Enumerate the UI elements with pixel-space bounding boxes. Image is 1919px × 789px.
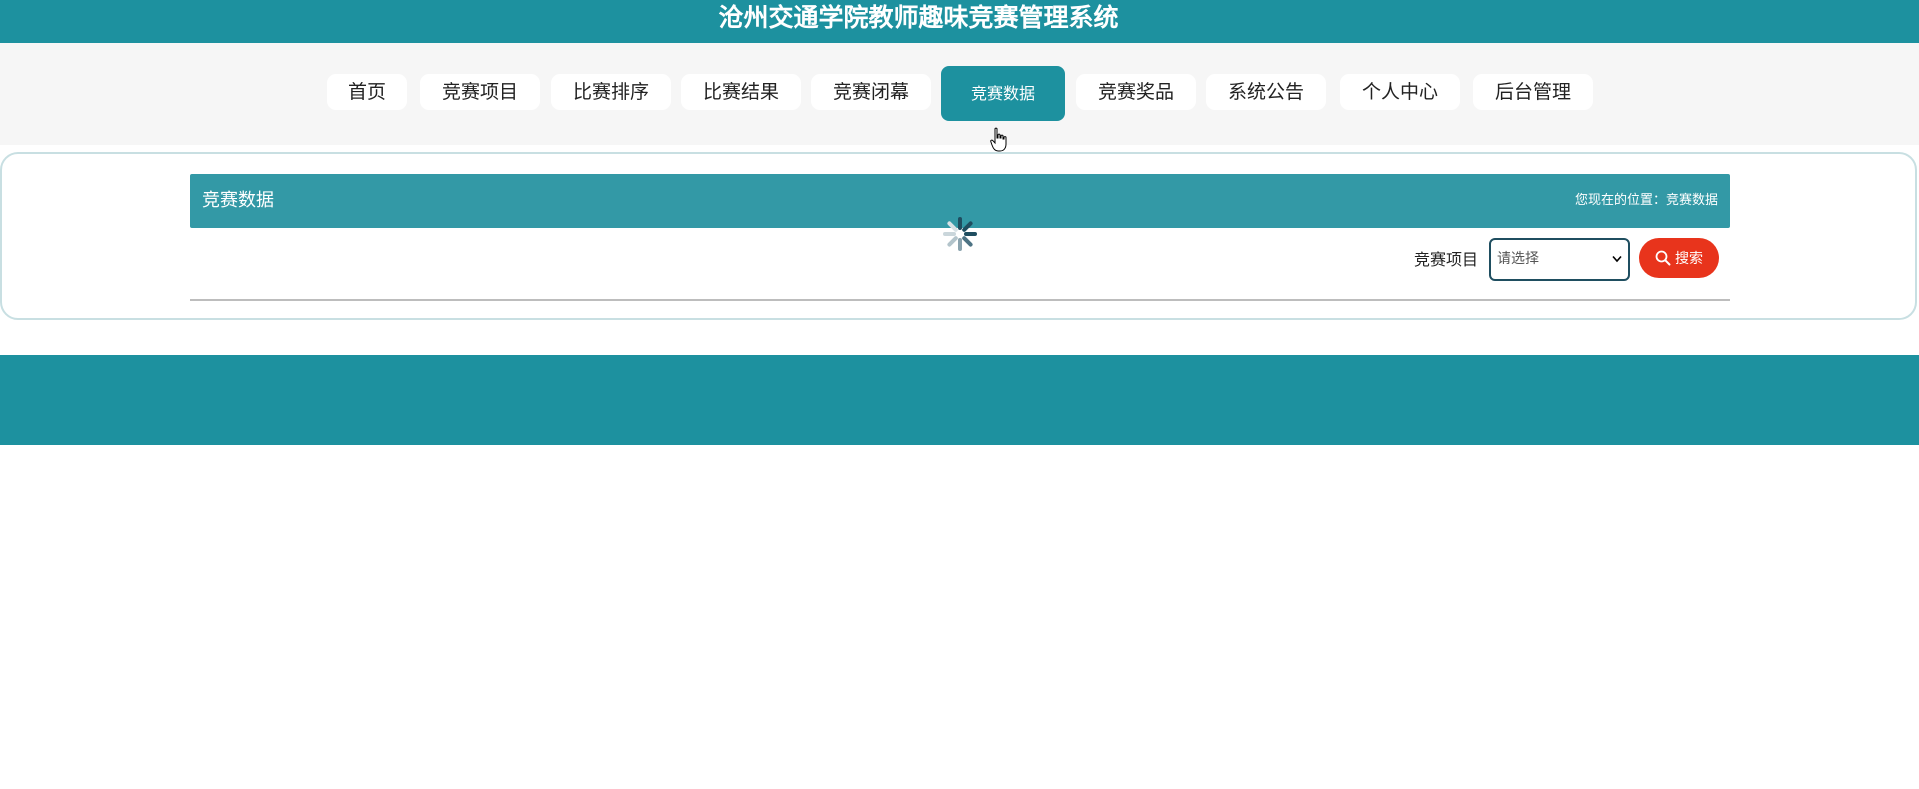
nav-item-match-results[interactable]: 比赛结果 (681, 74, 801, 110)
chevron-down-icon (1612, 255, 1622, 263)
footer (0, 355, 1919, 445)
filter-label: 竞赛项目 (1414, 250, 1479, 269)
nav-item-system-notices[interactable]: 系统公告 (1206, 74, 1326, 110)
top-header: 沧州交通学院教师趣味竞赛管理系统 (0, 0, 1919, 43)
breadcrumb: 您现在的位置：竞赛数据 (1574, 193, 1718, 208)
loading-spinner-icon (943, 217, 977, 251)
competition-project-select[interactable]: 请选择 (1489, 238, 1630, 281)
section-title: 竞赛数据 (202, 190, 274, 211)
main-nav: 首页 竞赛项目 比赛排序 比赛结果 竞赛闭幕 竞赛数据 竞赛奖品 系统公告 个人… (0, 43, 1919, 145)
divider (190, 299, 1730, 301)
nav-item-match-ranking[interactable]: 比赛排序 (551, 74, 671, 110)
search-button[interactable]: 搜索 (1639, 238, 1719, 278)
nav-item-personal-center[interactable]: 个人中心 (1340, 74, 1460, 110)
nav-item-home[interactable]: 首页 (327, 74, 407, 110)
nav-item-competition-data[interactable]: 竞赛数据 (941, 66, 1065, 121)
search-icon (1655, 250, 1671, 266)
nav-item-competition-closing[interactable]: 竞赛闭幕 (811, 74, 931, 110)
select-value: 请选择 (1497, 251, 1539, 267)
search-button-label: 搜索 (1675, 251, 1703, 267)
nav-item-admin[interactable]: 后台管理 (1473, 74, 1593, 110)
nav-item-competition-prizes[interactable]: 竞赛奖品 (1076, 74, 1196, 110)
hand-cursor-icon (990, 127, 1007, 152)
site-title: 沧州交通学院教师趣味竞赛管理系统 (718, 3, 1119, 32)
nav-item-competition-projects[interactable]: 竞赛项目 (420, 74, 540, 110)
